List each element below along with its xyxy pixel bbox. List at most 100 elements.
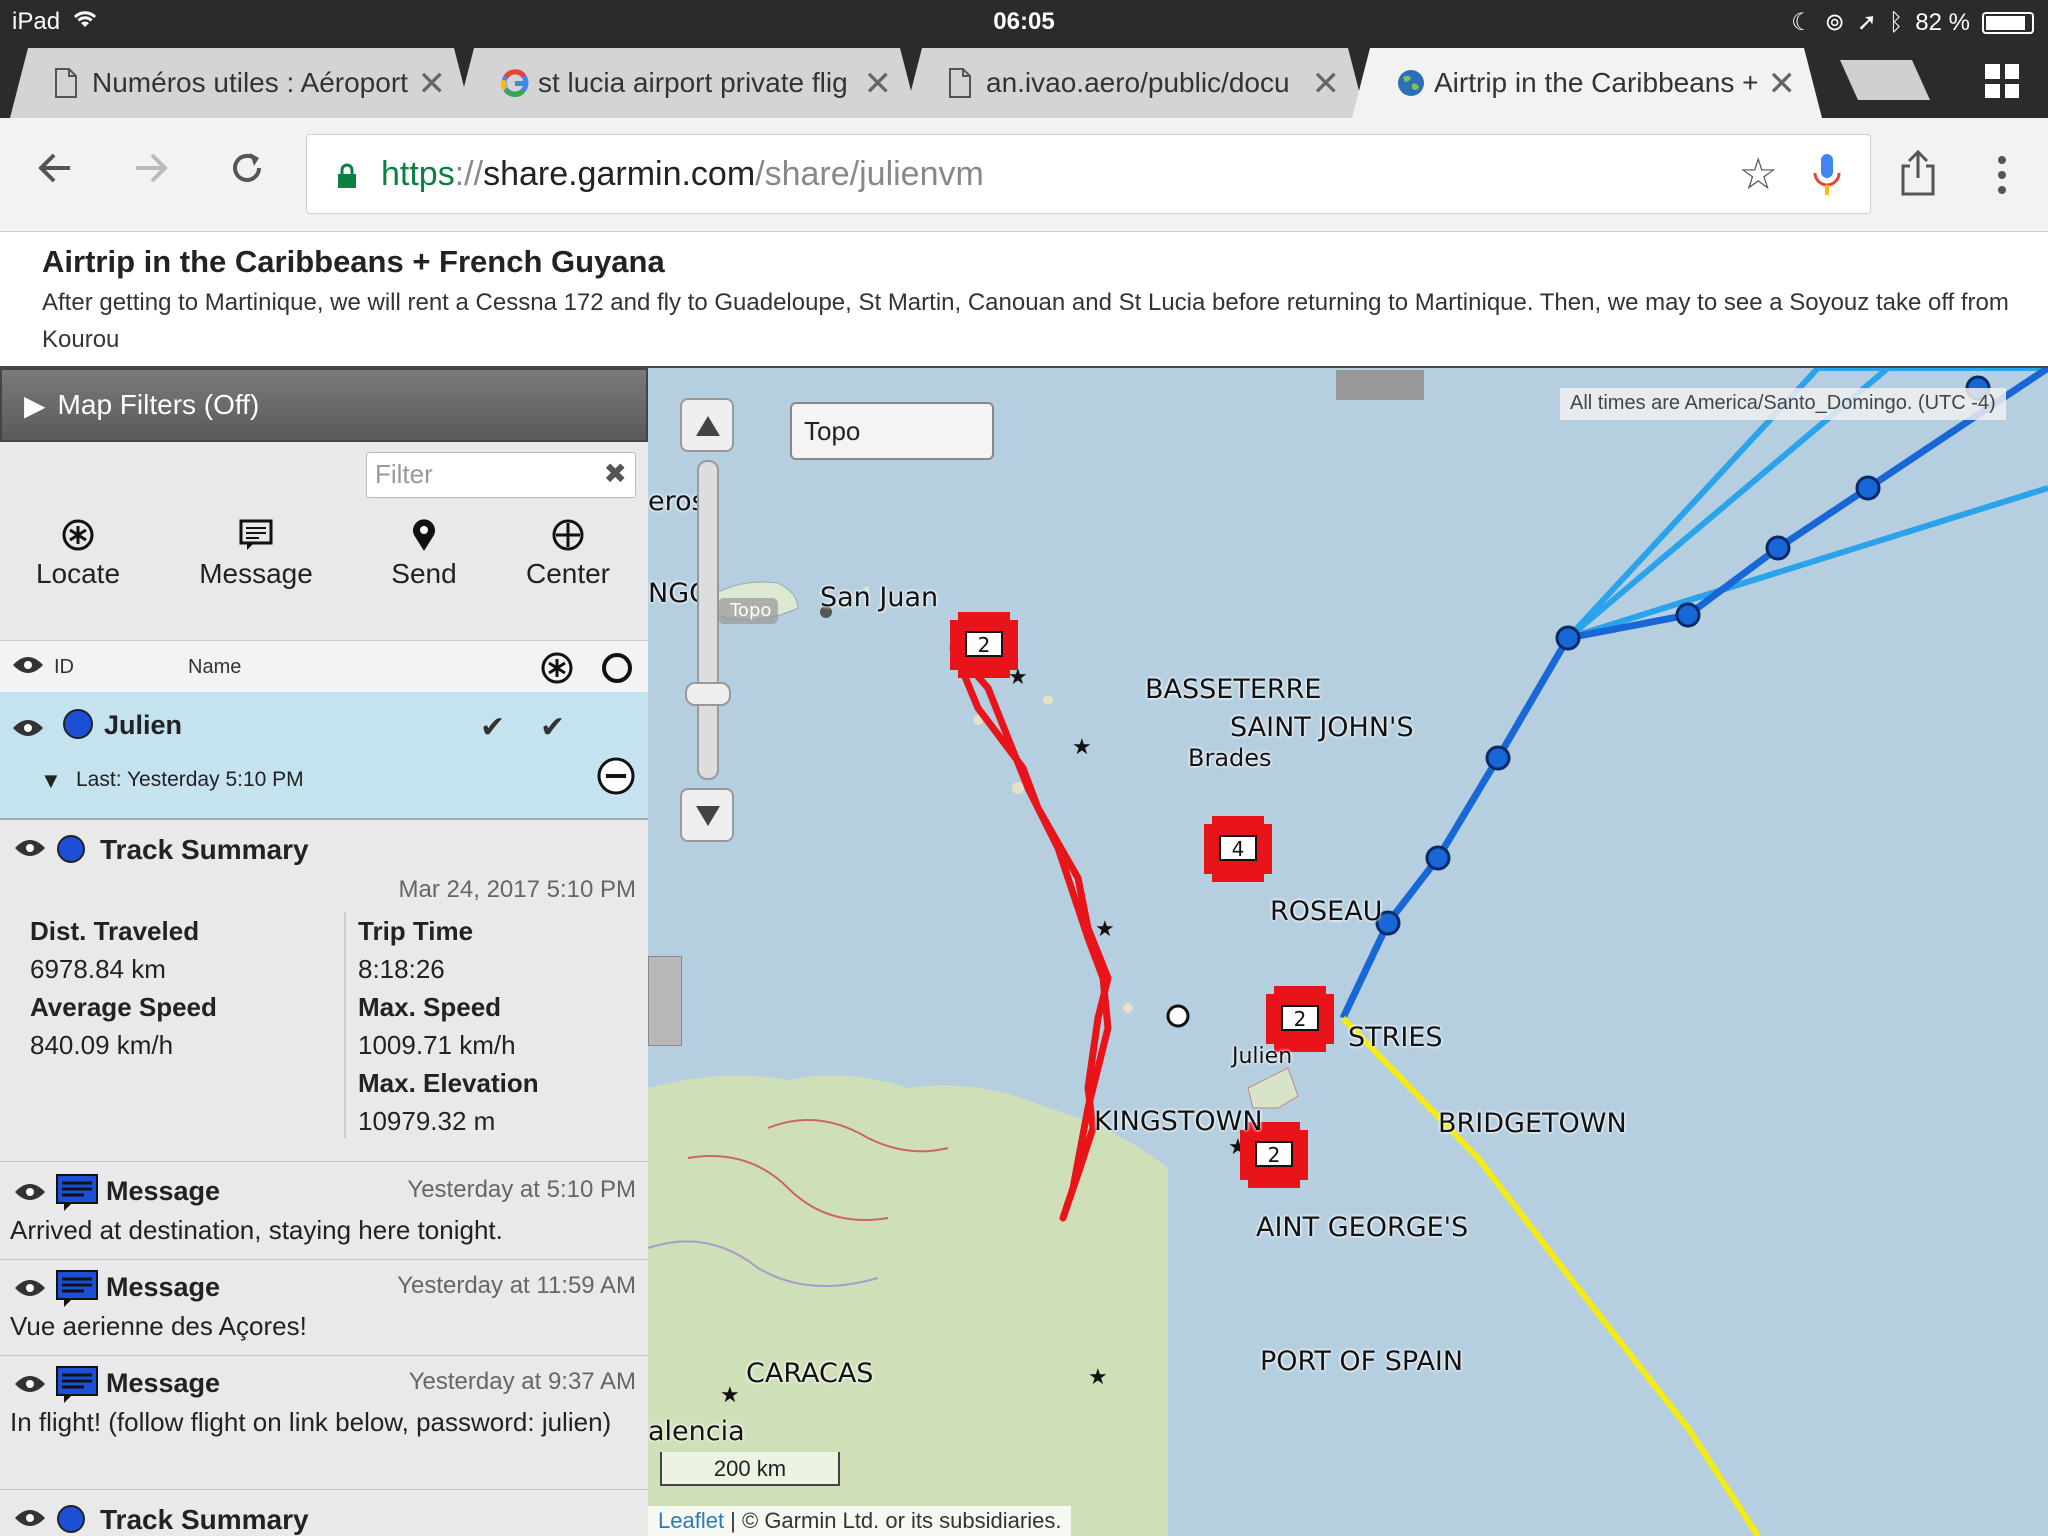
reload-icon[interactable] bbox=[228, 148, 266, 198]
user-row-julien[interactable]: Julien ✔ ✔ ▼ Last: Yesterday 5:10 PM bbox=[0, 692, 648, 820]
tab-grid-icon[interactable] bbox=[1985, 64, 2019, 98]
tab-ivao[interactable]: an.ivao.aero/public/docu ✕ bbox=[904, 48, 1366, 118]
scale-bar: 200 km bbox=[660, 1452, 840, 1486]
message-icon bbox=[56, 1270, 98, 1313]
eye-icon[interactable] bbox=[14, 1508, 46, 1533]
message-time: Yesterday at 5:10 PM bbox=[407, 1176, 636, 1203]
track-summary[interactable]: Track Summary Mar 24, 2017 5:10 PM Dist.… bbox=[0, 820, 648, 1162]
locate-button[interactable]: Locate bbox=[28, 518, 128, 590]
check-icon[interactable]: ✔ bbox=[540, 710, 565, 745]
new-tab-button[interactable] bbox=[1840, 60, 1930, 100]
share-icon[interactable] bbox=[1898, 148, 1938, 198]
waypoint-marker[interactable]: 2 bbox=[944, 610, 1024, 685]
label-basseterre: BASSETERRE bbox=[1145, 674, 1322, 705]
forward-arrow-icon[interactable] bbox=[132, 148, 170, 198]
left-panel: ▶ Map Filters (Off) Filter ✖ Locate Mess… bbox=[0, 368, 648, 1536]
user-name: Julien bbox=[104, 710, 183, 740]
close-icon[interactable]: ✕ bbox=[1768, 64, 1797, 104]
check-icon[interactable]: ✔ bbox=[480, 710, 505, 745]
message-text: Vue aerienne des Açores! bbox=[10, 1311, 307, 1341]
eye-icon[interactable] bbox=[14, 1374, 46, 1399]
track-color-dot bbox=[56, 834, 86, 869]
zoom-in-button[interactable] bbox=[680, 398, 734, 452]
eye-icon[interactable] bbox=[14, 838, 46, 863]
label-brades: Brades bbox=[1188, 744, 1272, 772]
close-icon[interactable]: ✕ bbox=[864, 64, 893, 104]
battery-icon bbox=[1982, 11, 2034, 34]
track-color-dot bbox=[56, 1504, 86, 1536]
action-bar: Locate Message Send Center bbox=[0, 518, 648, 614]
locate-column-icon[interactable] bbox=[540, 651, 574, 691]
zoom-slider-thumb[interactable] bbox=[685, 682, 731, 706]
message-item[interactable]: Message Yesterday at 9:37 AM In flight! … bbox=[0, 1356, 648, 1490]
map-filters-label: Map Filters (Off) bbox=[57, 389, 260, 420]
leaflet-link[interactable]: Leaflet bbox=[658, 1508, 724, 1533]
map-canvas[interactable]: ★ ★ ★ ★ ★ ★ 2 4 2 2 San Juan Topo BASSET… bbox=[648, 368, 2048, 1536]
message-button[interactable]: Message bbox=[196, 518, 316, 590]
label-saint-georges: AINT GEORGE'S bbox=[1256, 1212, 1469, 1243]
triangle-down-icon[interactable]: ▼ bbox=[40, 768, 62, 794]
stats-left: Dist. Traveled 6978.84 km Average Speed … bbox=[30, 912, 217, 1064]
avg-speed-value: 840.09 km/h bbox=[30, 1030, 174, 1060]
eye-icon[interactable] bbox=[14, 1278, 46, 1303]
back-arrow-icon[interactable] bbox=[36, 148, 74, 198]
tab-google-search[interactable]: st lucia airport private flig ✕ bbox=[456, 48, 918, 118]
send-button[interactable]: Send bbox=[374, 518, 474, 590]
tab-airtrip[interactable]: Airtrip in the Caribbeans + ✕ bbox=[1352, 48, 1822, 118]
tab-title: Numéros utiles : Aéroport bbox=[92, 67, 408, 98]
eye-icon[interactable] bbox=[12, 718, 44, 743]
map-attribution: Leaflet | © Garmin Ltd. or its subsidiar… bbox=[648, 1506, 1072, 1536]
attribution-text: | © Garmin Ltd. or its subsidiaries. bbox=[724, 1508, 1062, 1533]
tab-numeros-utiles[interactable]: Numéros utiles : Aéroport ✕ bbox=[10, 48, 472, 118]
page-header: Airtrip in the Caribbeans + French Guyan… bbox=[0, 232, 2048, 368]
map-layer-select[interactable]: Topo bbox=[790, 402, 994, 460]
filter-input[interactable]: Filter ✖ bbox=[366, 452, 636, 498]
more-menu-icon[interactable] bbox=[1990, 156, 2014, 196]
close-icon[interactable]: ✕ bbox=[1312, 64, 1341, 104]
svg-text:★: ★ bbox=[1088, 1364, 1108, 1389]
trip-time-value: 8:18:26 bbox=[358, 954, 445, 984]
column-id[interactable]: ID bbox=[54, 656, 74, 679]
eye-icon[interactable] bbox=[14, 1182, 46, 1207]
clear-icon[interactable]: ✖ bbox=[604, 457, 627, 490]
locate-label: Locate bbox=[35, 558, 121, 589]
label-saint-johns: SAINT JOHN'S bbox=[1230, 712, 1414, 743]
center-label: Center bbox=[525, 558, 611, 589]
message-time: Yesterday at 9:37 AM bbox=[408, 1368, 636, 1395]
status-bar: iPad 06:05 ☾ ⊚ ➚ ᛒ 82 % bbox=[0, 0, 2048, 42]
close-icon[interactable]: ✕ bbox=[418, 64, 447, 104]
track-summary-2[interactable]: Track Summary bbox=[0, 1490, 648, 1536]
eye-icon[interactable] bbox=[12, 655, 44, 681]
map-top-handle[interactable] bbox=[1336, 370, 1424, 400]
label-julien: Julien bbox=[1232, 1044, 1293, 1069]
collapse-minus-icon[interactable] bbox=[596, 756, 636, 801]
column-name[interactable]: Name bbox=[188, 656, 241, 679]
zoom-out-button[interactable] bbox=[680, 788, 734, 842]
triangle-up-icon bbox=[696, 416, 720, 436]
panel-collapse-handle[interactable] bbox=[648, 956, 682, 1046]
send-label: Send bbox=[391, 558, 457, 589]
tab-title: st lucia airport private flig bbox=[538, 67, 848, 98]
bookmark-star-icon[interactable]: ☆ bbox=[1739, 149, 1778, 200]
circle-column-icon[interactable] bbox=[600, 651, 634, 691]
track-summary-title: Track Summary bbox=[100, 834, 309, 865]
url-text: https://share.garmin.com/share/julienvm bbox=[381, 155, 984, 193]
filter-placeholder: Filter bbox=[375, 459, 433, 489]
message-item[interactable]: Message Yesterday at 11:59 AM Vue aerien… bbox=[0, 1260, 648, 1356]
user-color-dot bbox=[62, 708, 94, 745]
browser-toolbar: https://share.garmin.com/share/julienvm … bbox=[0, 118, 2048, 232]
map-filters-toggle[interactable]: ▶ Map Filters (Off) bbox=[0, 368, 648, 442]
label-valencia: alencia bbox=[648, 1416, 745, 1447]
waypoint-count: 4 bbox=[1232, 837, 1245, 861]
message-time: Yesterday at 11:59 AM bbox=[397, 1272, 636, 1299]
waypoint-marker[interactable]: 4 bbox=[1198, 814, 1278, 889]
max-elevation-label: Max. Elevation bbox=[358, 1068, 539, 1098]
dist-label: Dist. Traveled bbox=[30, 916, 200, 946]
message-item[interactable]: Message Yesterday at 5:10 PM Arrived at … bbox=[0, 1164, 648, 1260]
address-bar[interactable]: https://share.garmin.com/share/julienvm … bbox=[306, 134, 1871, 214]
label-castries: STRIES bbox=[1348, 1022, 1443, 1053]
microphone-icon[interactable] bbox=[1812, 153, 1842, 197]
zoom-slider[interactable] bbox=[685, 460, 731, 780]
center-button[interactable]: Center bbox=[516, 518, 620, 590]
timezone-note: All times are America/Santo_Domingo. (UT… bbox=[1560, 388, 2006, 420]
